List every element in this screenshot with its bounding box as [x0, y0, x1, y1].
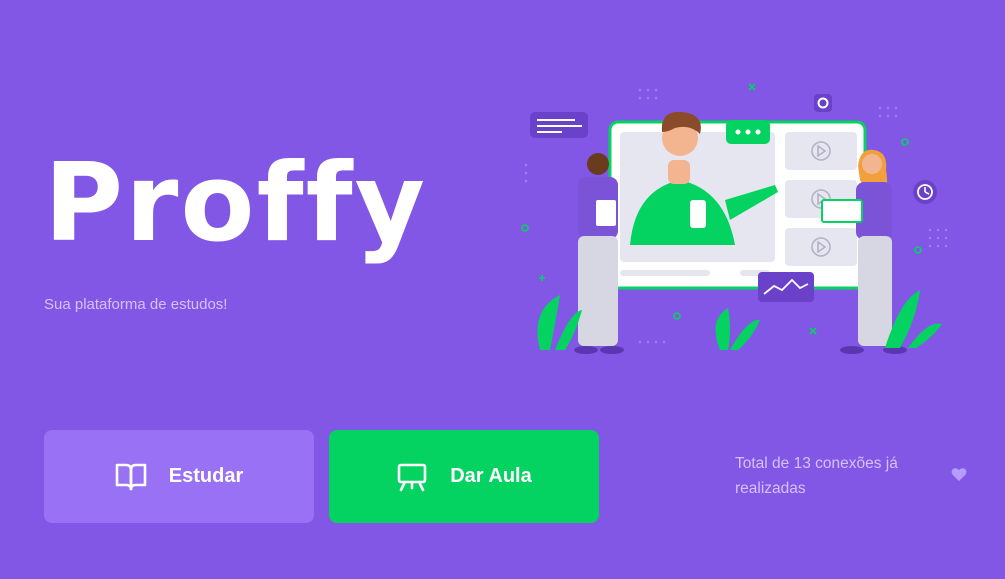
book-open-icon — [115, 462, 147, 492]
total-connections: Total de 13 conexões já realizadas — [735, 455, 898, 497]
study-button-label: Estudar — [168, 465, 244, 487]
heart-icon — [951, 467, 967, 486]
presentation-board-icon — [396, 462, 428, 492]
teach-button-label: Dar Aula — [450, 465, 532, 487]
brand-tagline: Sua plataforma de estudos! — [44, 296, 228, 313]
hero-illustration — [521, 83, 948, 354]
study-button[interactable]: Estudar — [44, 430, 314, 523]
brand-logo: Proffy — [44, 141, 427, 266]
teach-button[interactable]: Dar Aula — [329, 430, 599, 523]
